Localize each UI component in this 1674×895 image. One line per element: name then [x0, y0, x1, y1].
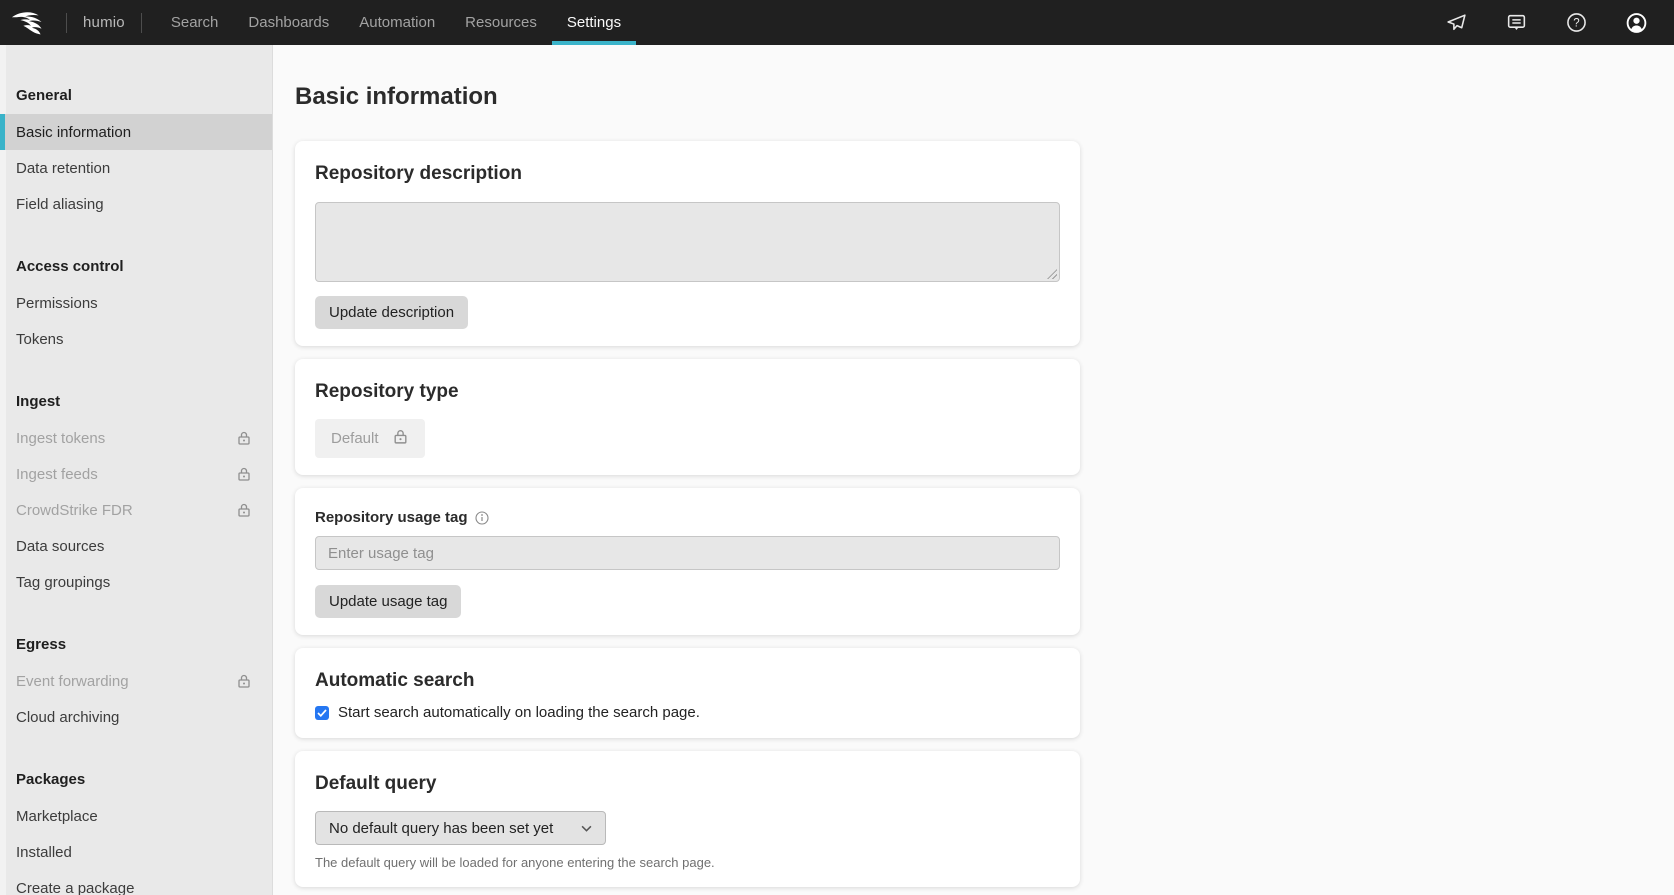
nav-tab-resources[interactable]: Resources	[450, 0, 552, 45]
automatic-search-row: Start search automatically on loading th…	[315, 704, 1060, 721]
nav-tab-dashboards[interactable]: Dashboards	[233, 0, 344, 45]
svg-text:?: ?	[1573, 18, 1579, 30]
automatic-search-card: Automatic search Start search automatica…	[295, 648, 1080, 738]
automatic-search-checkbox[interactable]	[315, 706, 329, 720]
repository-type-label: Default	[331, 430, 379, 447]
feedback-icon[interactable]	[1505, 11, 1528, 34]
nav-spacer	[636, 0, 1445, 45]
automatic-search-label[interactable]: Start search automatically on loading th…	[338, 704, 700, 721]
lock-icon	[236, 466, 252, 482]
repository-description-card: Repository description Update descriptio…	[295, 141, 1080, 346]
sidebar-item-tag-groupings[interactable]: Tag groupings	[0, 564, 272, 600]
sidebar-item-crowdstrike-fdr: CrowdStrike FDR	[0, 492, 272, 528]
nav-icon-group: ?	[1445, 0, 1674, 45]
update-description-button[interactable]: Update description	[315, 296, 468, 329]
sidebar-section-general: General	[0, 84, 272, 108]
usage-tag-label-row: Repository usage tag	[315, 508, 1060, 528]
sidebar-item-label: Ingest feeds	[16, 466, 98, 483]
default-query-helper-text: The default query will be loaded for any…	[315, 855, 1060, 870]
sidebar-item-tokens[interactable]: Tokens	[0, 321, 272, 357]
account-icon[interactable]	[1625, 11, 1648, 34]
repository-usage-tag-card: Repository usage tag Update usage tag	[295, 488, 1080, 635]
help-icon[interactable]: ?	[1565, 11, 1588, 34]
nav-divider	[141, 13, 142, 33]
sidebar-section-access-control: Access control	[0, 255, 272, 279]
lock-icon	[236, 430, 252, 446]
repository-description-title: Repository description	[315, 161, 1060, 187]
sidebar-item-basic-information[interactable]: Basic information	[0, 114, 272, 150]
chevron-down-icon	[581, 825, 592, 832]
falcon-icon	[10, 8, 52, 38]
settings-content: Basic information Repository description…	[273, 45, 1674, 895]
sidebar-section-ingest: Ingest	[0, 390, 272, 414]
sidebar-item-event-forwarding: Event forwarding	[0, 663, 272, 699]
top-nav: humio Search Dashboards Automation Resou…	[0, 0, 1674, 45]
lock-icon	[236, 502, 252, 518]
sidebar-item-ingest-feeds: Ingest feeds	[0, 456, 272, 492]
announcements-icon[interactable]	[1445, 11, 1468, 34]
info-icon[interactable]	[475, 511, 489, 525]
lock-icon	[236, 673, 252, 689]
page-shell: General Basic information Data retention…	[0, 45, 1674, 895]
sidebar-section-packages: Packages	[0, 768, 272, 792]
sidebar-item-field-aliasing[interactable]: Field aliasing	[0, 186, 272, 222]
default-query-select[interactable]: No default query has been set yet	[315, 811, 606, 845]
nav-tab-automation[interactable]: Automation	[344, 0, 450, 45]
sidebar-item-create-a-package[interactable]: Create a package	[0, 870, 272, 895]
automatic-search-title: Automatic search	[315, 668, 1060, 694]
repository-type-card: Repository type Default	[295, 359, 1080, 475]
default-query-selected-value: No default query has been set yet	[329, 820, 553, 837]
primary-nav: Search Dashboards Automation Resources S…	[156, 0, 636, 45]
repository-type-value: Default	[315, 419, 425, 458]
sidebar-item-cloud-archiving[interactable]: Cloud archiving	[0, 699, 272, 735]
sidebar-item-data-sources[interactable]: Data sources	[0, 528, 272, 564]
lock-icon	[392, 428, 409, 449]
sidebar-item-installed[interactable]: Installed	[0, 834, 272, 870]
sidebar-item-ingest-tokens: Ingest tokens	[0, 420, 272, 456]
brand-name[interactable]: humio	[67, 0, 141, 45]
update-usage-tag-button[interactable]: Update usage tag	[315, 585, 461, 618]
description-textarea-wrap	[315, 202, 1060, 282]
sidebar-item-label: Ingest tokens	[16, 430, 105, 447]
default-query-card: Default query No default query has been …	[295, 751, 1080, 887]
checkmark-icon	[317, 709, 327, 717]
sidebar-section-egress: Egress	[0, 633, 272, 657]
repository-description-input[interactable]	[315, 202, 1060, 282]
crowdstrike-falcon-logo[interactable]	[0, 0, 66, 45]
page-title: Basic information	[295, 81, 1650, 113]
nav-tab-settings[interactable]: Settings	[552, 0, 636, 45]
usage-tag-label: Repository usage tag	[315, 508, 468, 528]
nav-tab-search[interactable]: Search	[156, 0, 234, 45]
repository-type-title: Repository type	[315, 379, 1060, 405]
sidebar-item-marketplace[interactable]: Marketplace	[0, 798, 272, 834]
sidebar-item-label: CrowdStrike FDR	[16, 502, 133, 519]
settings-sidebar: General Basic information Data retention…	[0, 45, 273, 895]
usage-tag-input[interactable]	[315, 536, 1060, 570]
sidebar-item-label: Event forwarding	[16, 673, 129, 690]
default-query-title: Default query	[315, 771, 1060, 797]
sidebar-item-data-retention[interactable]: Data retention	[0, 150, 272, 186]
sidebar-item-permissions[interactable]: Permissions	[0, 285, 272, 321]
